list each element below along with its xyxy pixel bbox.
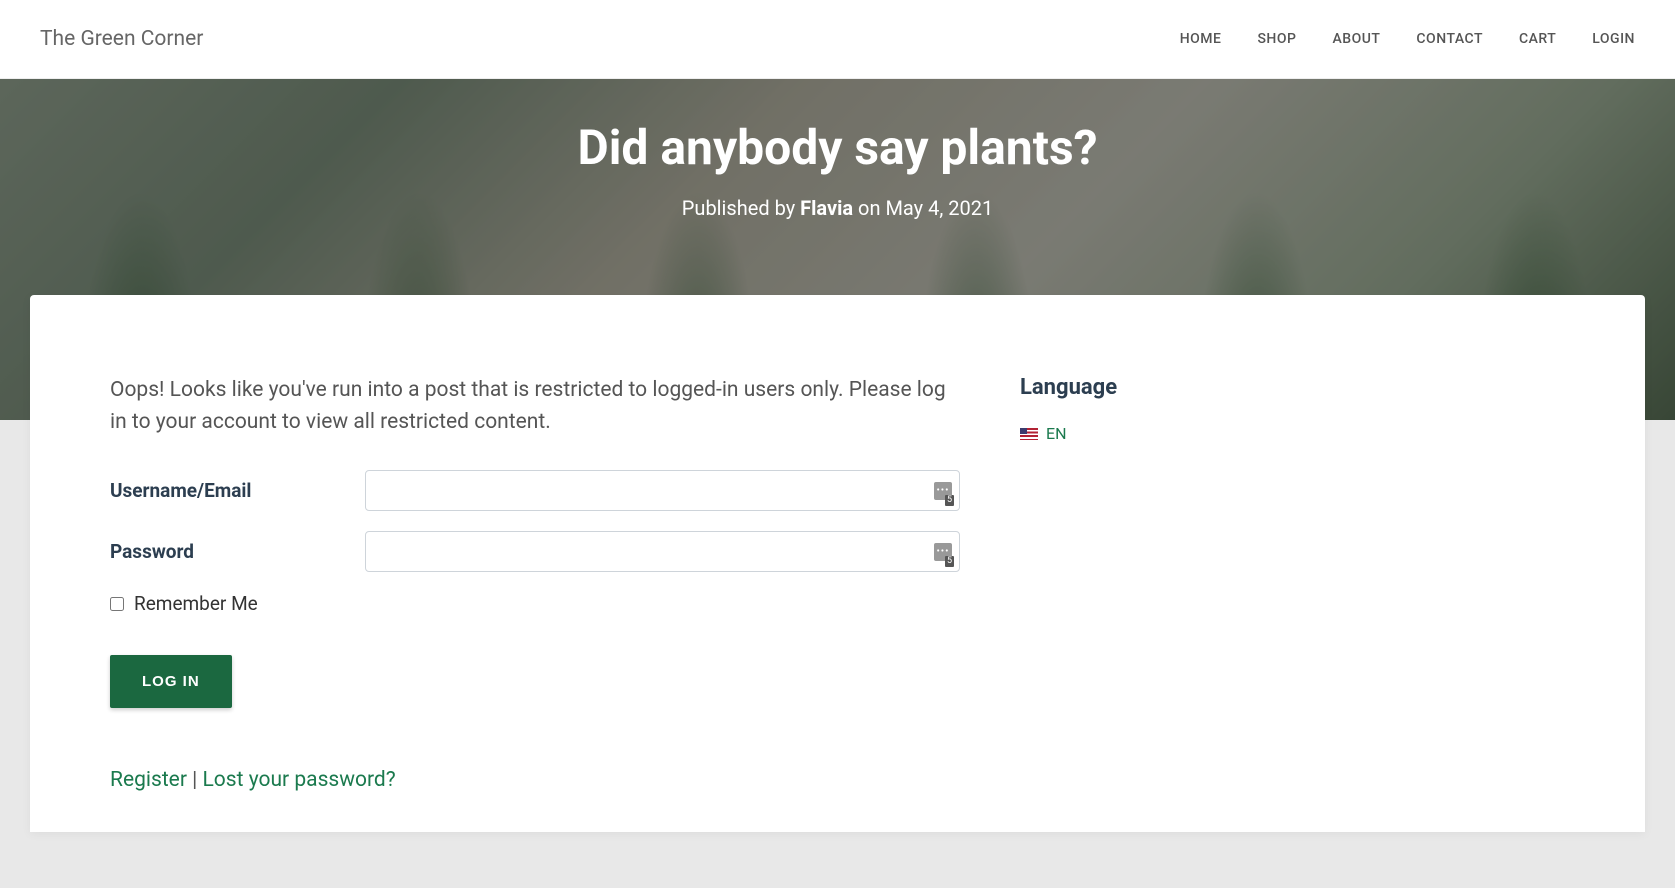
nav-login[interactable]: LOGIN	[1592, 31, 1635, 47]
language-label: EN	[1046, 424, 1067, 443]
password-manager-icon[interactable]: ••• 5	[934, 543, 952, 561]
username-input[interactable]	[365, 470, 960, 511]
nav-contact[interactable]: CONTACT	[1416, 31, 1483, 47]
nav-cart[interactable]: CART	[1519, 31, 1556, 47]
us-flag-icon	[1020, 428, 1038, 440]
nav-links: HOME SHOP ABOUT CONTACT CART LOGIN	[1180, 31, 1635, 47]
nav-shop[interactable]: SHOP	[1257, 31, 1296, 47]
remember-row: Remember Me	[110, 592, 960, 615]
language-en[interactable]: EN	[1020, 424, 1320, 443]
auth-links: Register | Lost your password?	[110, 768, 960, 792]
password-input-wrapper: ••• 5	[365, 531, 960, 572]
login-button[interactable]: LOG IN	[110, 655, 232, 708]
password-input[interactable]	[365, 531, 960, 572]
language-heading: Language	[1020, 375, 1320, 400]
navbar: The Green Corner HOME SHOP ABOUT CONTACT…	[0, 0, 1675, 79]
brand-title[interactable]: The Green Corner	[40, 27, 203, 51]
nav-home[interactable]: HOME	[1180, 31, 1222, 47]
lost-password-link[interactable]: Lost your password?	[202, 768, 395, 792]
remember-label[interactable]: Remember Me	[134, 592, 258, 615]
sidebar: Language EN	[1020, 375, 1320, 792]
nav-about[interactable]: ABOUT	[1332, 31, 1380, 47]
username-row: Username/Email ••• 5	[110, 470, 960, 511]
username-label: Username/Email	[110, 479, 365, 502]
restricted-message: Oops! Looks like you've run into a post …	[110, 375, 960, 438]
register-link[interactable]: Register	[110, 768, 187, 792]
post-meta: Published by Flavia on May 4, 2021	[0, 196, 1675, 220]
username-input-wrapper: ••• 5	[365, 470, 960, 511]
published-prefix: Published by	[682, 196, 800, 220]
content-card: Oops! Looks like you've run into a post …	[30, 295, 1645, 832]
main-content: Oops! Looks like you've run into a post …	[110, 375, 960, 792]
remember-checkbox[interactable]	[110, 597, 124, 611]
password-manager-icon[interactable]: ••• 5	[934, 482, 952, 500]
author-link[interactable]: Flavia	[800, 196, 853, 220]
password-label: Password	[110, 540, 365, 563]
password-row: Password ••• 5	[110, 531, 960, 572]
auth-separator: |	[187, 768, 203, 792]
page-title: Did anybody say plants?	[0, 119, 1675, 176]
hero-content: Did anybody say plants? Published by Fla…	[0, 79, 1675, 220]
published-date: on May 4, 2021	[853, 196, 993, 220]
